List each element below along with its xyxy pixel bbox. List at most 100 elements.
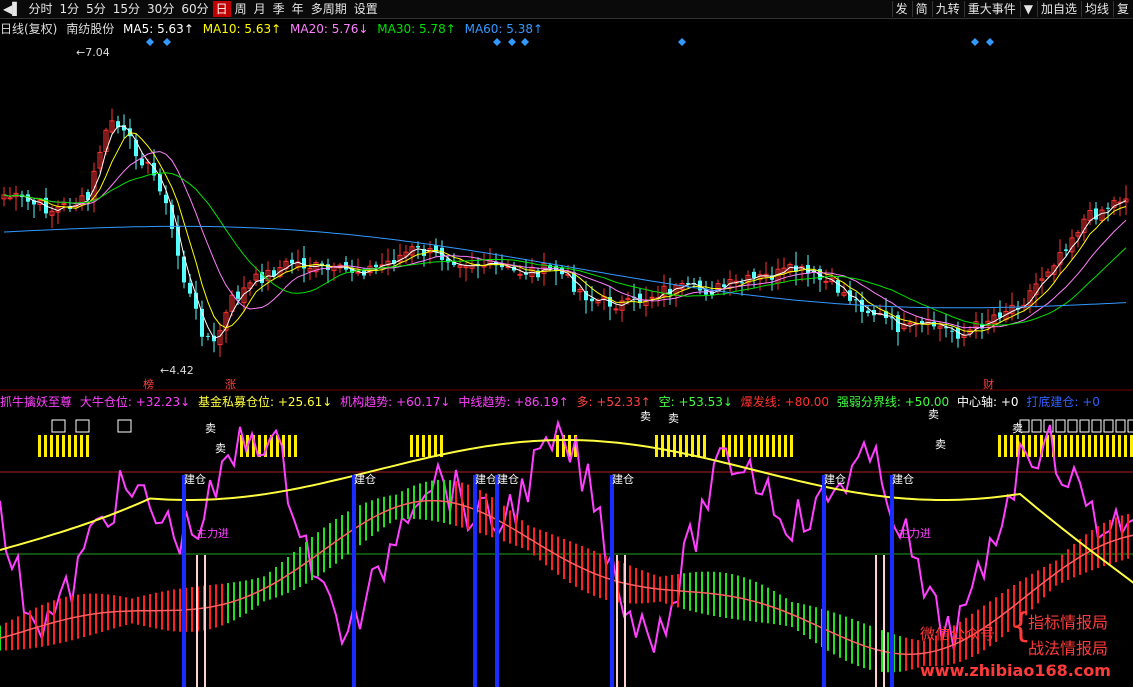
bull-position-bar xyxy=(697,435,700,457)
high-price-value: 7.04 xyxy=(85,46,110,59)
bull-position-bar xyxy=(734,435,737,457)
bull-position-bar xyxy=(1010,435,1013,457)
bull-position-bar xyxy=(44,435,47,457)
candle-body xyxy=(134,139,138,157)
bull-position-bar xyxy=(416,435,419,457)
bull-position-bar xyxy=(722,435,725,457)
position-box xyxy=(1115,419,1126,433)
bull-position-bar xyxy=(556,435,559,457)
bull-position-bar xyxy=(74,435,77,457)
build-label: 建仓 xyxy=(892,472,914,486)
bull-position-bar xyxy=(1118,435,1121,457)
candle-body xyxy=(1106,207,1110,209)
build-position-bar xyxy=(352,475,356,687)
candle-body xyxy=(236,291,240,299)
low-price-value: 4.42 xyxy=(169,364,194,377)
build-label: 建仓 xyxy=(497,472,519,486)
candle-body xyxy=(752,271,756,278)
build-label: 建仓 xyxy=(612,472,634,486)
watermark-url: www.zhibiao168.com xyxy=(920,661,1111,680)
bull-position-bar xyxy=(410,435,413,457)
event-marker-2[interactable]: 涨 xyxy=(225,376,236,392)
candle-body xyxy=(7,197,13,200)
bull-position-bar xyxy=(80,435,83,457)
bull-position-bar xyxy=(1070,435,1073,457)
bull-position-bar xyxy=(1082,435,1085,457)
bull-position-bar xyxy=(1076,435,1079,457)
bull-position-bar xyxy=(772,435,775,457)
bull-position-bar xyxy=(655,435,658,457)
sell-label: 卖 xyxy=(928,408,939,421)
candle-body xyxy=(140,158,144,166)
signal-diamond-icon xyxy=(163,38,171,46)
position-box xyxy=(1091,419,1102,433)
low-price-label: ←4.42 xyxy=(160,364,194,377)
bull-position-bar xyxy=(422,435,425,457)
bull-position-bar xyxy=(1100,435,1103,457)
bull-position-bar xyxy=(62,435,65,457)
build-label: 建仓 xyxy=(475,472,497,486)
bull-position-bar xyxy=(1034,435,1037,457)
event-marker-1[interactable]: 榜 xyxy=(143,376,154,392)
bull-position-bar xyxy=(434,435,437,457)
bull-position-bar xyxy=(86,435,89,457)
bull-position-bar xyxy=(748,435,751,457)
build-label: 建仓 xyxy=(354,472,376,486)
bull-position-bar xyxy=(1058,435,1061,457)
build-label: 建仓 xyxy=(184,472,206,486)
bull-position-bar xyxy=(1064,435,1067,457)
ma30-line xyxy=(3,172,1127,326)
bull-position-bar xyxy=(428,435,431,457)
position-box xyxy=(1067,419,1078,433)
bull-position-bar xyxy=(661,435,664,457)
build-position-bar xyxy=(822,475,826,687)
position-box xyxy=(75,419,90,433)
candle-body xyxy=(866,310,870,314)
candle-body xyxy=(326,264,330,270)
bull-position-bar xyxy=(691,435,694,457)
position-box xyxy=(1127,419,1133,433)
candle-body xyxy=(907,322,913,325)
bull-position-bar xyxy=(1106,435,1109,457)
bull-position-bar xyxy=(1004,435,1007,457)
event-marker-3[interactable]: 财 xyxy=(983,376,994,392)
bull-position-bar xyxy=(667,435,670,457)
main-in-label: 主力进 xyxy=(898,527,931,540)
candle-body xyxy=(638,293,642,303)
bull-position-bar xyxy=(1124,435,1127,457)
build-position-bar xyxy=(473,475,477,687)
bull-position-bar xyxy=(50,435,53,457)
bull-position-bar xyxy=(1094,435,1097,457)
bull-position-bar xyxy=(766,435,769,457)
bull-position-bar xyxy=(998,435,1001,457)
candle-body xyxy=(1064,249,1068,251)
candle-body xyxy=(164,194,168,204)
bull-position-bar xyxy=(294,435,297,457)
position-box xyxy=(1031,419,1042,433)
position-box xyxy=(1103,419,1114,433)
candle-body xyxy=(61,203,67,206)
candle-body xyxy=(860,299,864,312)
bull-position-bar xyxy=(38,435,41,457)
bull-position-bar xyxy=(778,435,781,457)
signal-diamond-icon xyxy=(493,38,501,46)
sell-label: 卖 xyxy=(640,410,651,423)
watermark: 微信公众号 { 指标情报局 战法情报局 www.zhibiao168.com xyxy=(918,607,1130,685)
candle-body xyxy=(613,308,619,311)
ma60-line xyxy=(3,225,1127,309)
build-position-bar xyxy=(610,475,614,687)
build-label: 建仓 xyxy=(824,472,846,486)
sell-label: 卖 xyxy=(205,422,216,435)
candle-body xyxy=(950,330,954,332)
bull-position-bar xyxy=(1028,435,1031,457)
candle-body xyxy=(517,273,523,276)
sell-label: 卖 xyxy=(1012,422,1023,435)
chart-canvas[interactable]: 建仓 建仓 建仓 建仓 建仓 建仓 建仓卖卖 卖卖卖卖卖主力进 主力进 xyxy=(0,0,1133,687)
signal-diamond-icon xyxy=(986,38,994,46)
position-box xyxy=(1079,419,1090,433)
bull-position-bar xyxy=(288,435,291,457)
candle-body xyxy=(206,335,210,337)
position-box xyxy=(117,419,132,433)
bull-position-bar xyxy=(673,435,676,457)
bull-position-bar xyxy=(68,435,71,457)
